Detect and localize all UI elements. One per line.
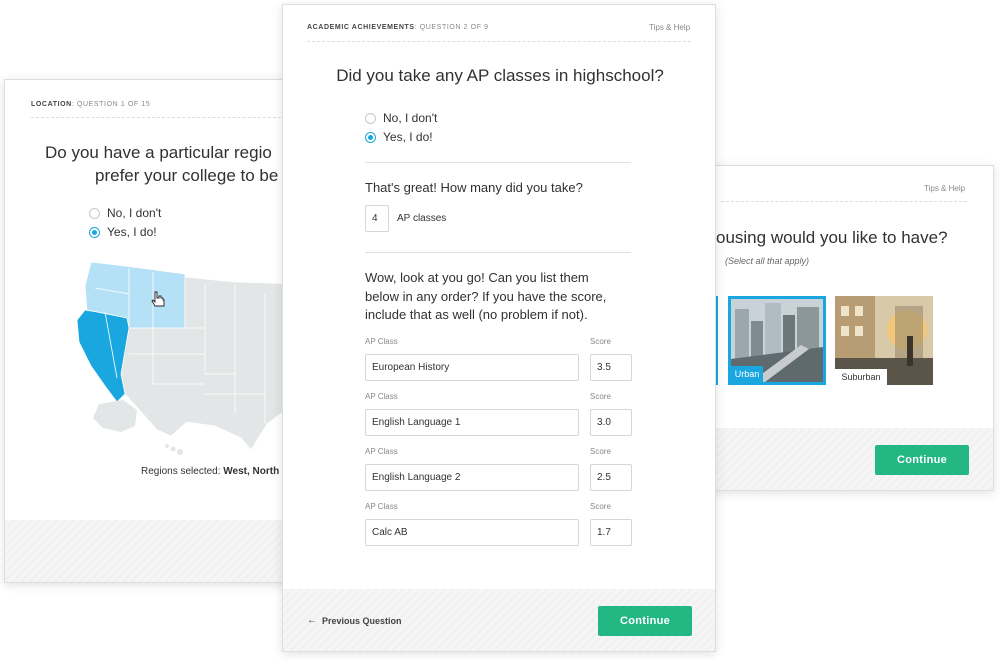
- question-subtitle: (Select all that apply): [725, 256, 810, 266]
- radio-option-no[interactable]: No, I don't: [89, 206, 161, 220]
- radio-label: No, I don't: [383, 111, 438, 125]
- followup-question: That's great! How many did you take?: [365, 180, 583, 195]
- header-divider: [31, 117, 291, 118]
- card-footer: [5, 520, 299, 582]
- regions-selected-summary: Regions selected: West, North: [141, 466, 279, 477]
- score-label: Score: [590, 447, 611, 456]
- radio-option-yes[interactable]: Yes, I do!: [89, 225, 157, 239]
- housing-option-suburban[interactable]: Suburban: [835, 296, 933, 385]
- ap-count-input[interactable]: 4: [365, 205, 389, 232]
- list-prompt: Wow, look at you go! Can you list them b…: [365, 269, 606, 325]
- previous-question-label: Previous Question: [322, 615, 402, 626]
- housing-option-urban[interactable]: Urban: [728, 296, 826, 385]
- breadcrumb-progress: : QUESTION 2 OF 9: [414, 24, 489, 31]
- header-divider: [307, 41, 691, 42]
- radio-label: Yes, I do!: [107, 225, 157, 239]
- score-label: Score: [590, 337, 611, 346]
- tips-help-link[interactable]: Tips & Help: [649, 23, 690, 32]
- score-label: Score: [590, 392, 611, 401]
- header-divider: [721, 201, 967, 202]
- list-prompt-line-3: include that as well (no problem if not)…: [365, 307, 588, 322]
- section-divider: [365, 162, 631, 163]
- radio-button[interactable]: [89, 226, 100, 238]
- radio-label: No, I don't: [107, 206, 162, 220]
- option-label: Urban: [731, 366, 763, 382]
- radio-button[interactable]: [365, 131, 376, 143]
- ap-class-input[interactable]: European History: [365, 354, 579, 381]
- breadcrumb: LOCATION: QUESTION 1 OF 15: [31, 101, 150, 108]
- housing-question-card: Tips & Help ousing would you like to hav…: [700, 165, 994, 491]
- continue-button[interactable]: Continue: [598, 606, 692, 636]
- score-input[interactable]: 1.7: [590, 519, 632, 546]
- option-label: Suburban: [835, 369, 887, 385]
- map-region-alaska[interactable]: [93, 400, 137, 432]
- map-region-west[interactable]: [76, 309, 130, 403]
- ap-class-label: AP Class: [365, 392, 398, 401]
- score-label: Score: [590, 502, 611, 511]
- tips-help-link[interactable]: Tips & Help: [924, 184, 965, 193]
- list-prompt-line-2: below in any order? If you have the scor…: [365, 288, 607, 304]
- question-title: ousing would you like to have?: [716, 228, 948, 247]
- radio-label: Yes, I do!: [383, 130, 433, 144]
- list-prompt-line-1: Wow, look at you go! Can you list them: [365, 270, 589, 285]
- map-region-hawaii[interactable]: [165, 444, 183, 455]
- ap-class-input[interactable]: English Language 2: [365, 464, 579, 491]
- ap-count-suffix: AP classes: [397, 213, 447, 224]
- ap-class-label: AP Class: [365, 502, 398, 511]
- ap-classes-question-card: ACADEMIC ACHIEVEMENTS: QUESTION 2 OF 9 T…: [282, 4, 716, 652]
- continue-button[interactable]: Continue: [875, 445, 969, 475]
- question-title: Did you take any AP classes in highschoo…: [336, 66, 664, 85]
- breadcrumb: ACADEMIC ACHIEVEMENTS: QUESTION 2 OF 9: [307, 24, 489, 31]
- arrow-left-icon: ←: [307, 615, 317, 626]
- question-line-2: prefer your college to be: [95, 166, 279, 185]
- regions-selected-label: Regions selected:: [141, 466, 224, 477]
- ap-class-label: AP Class: [365, 337, 398, 346]
- ap-class-label: AP Class: [365, 447, 398, 456]
- location-question-card: LOCATION: QUESTION 1 OF 15 Do you have a…: [4, 79, 300, 583]
- breadcrumb-section: LOCATION: [31, 101, 72, 108]
- breadcrumb-section: ACADEMIC ACHIEVEMENTS: [307, 24, 415, 31]
- question-line-1: Do you have a particular regio: [45, 143, 272, 162]
- score-input[interactable]: 3.5: [590, 354, 632, 381]
- regions-selected-value: West, North: [223, 466, 280, 477]
- score-input[interactable]: 2.5: [590, 464, 632, 491]
- ap-class-input[interactable]: Calc AB: [365, 519, 579, 546]
- ap-class-input[interactable]: English Language 1: [365, 409, 579, 436]
- radio-button[interactable]: [89, 207, 100, 219]
- section-divider: [365, 252, 631, 253]
- radio-option-no[interactable]: No, I don't: [365, 111, 437, 125]
- us-region-map[interactable]: [5, 254, 300, 464]
- question-title: Do you have a particular regio prefer yo…: [45, 141, 299, 187]
- radio-option-yes[interactable]: Yes, I do!: [365, 130, 433, 144]
- previous-question-link[interactable]: ← Previous Question: [307, 615, 402, 626]
- radio-button[interactable]: [365, 112, 376, 124]
- breadcrumb-progress: : QUESTION 1 OF 15: [71, 101, 151, 108]
- score-input[interactable]: 3.0: [590, 409, 632, 436]
